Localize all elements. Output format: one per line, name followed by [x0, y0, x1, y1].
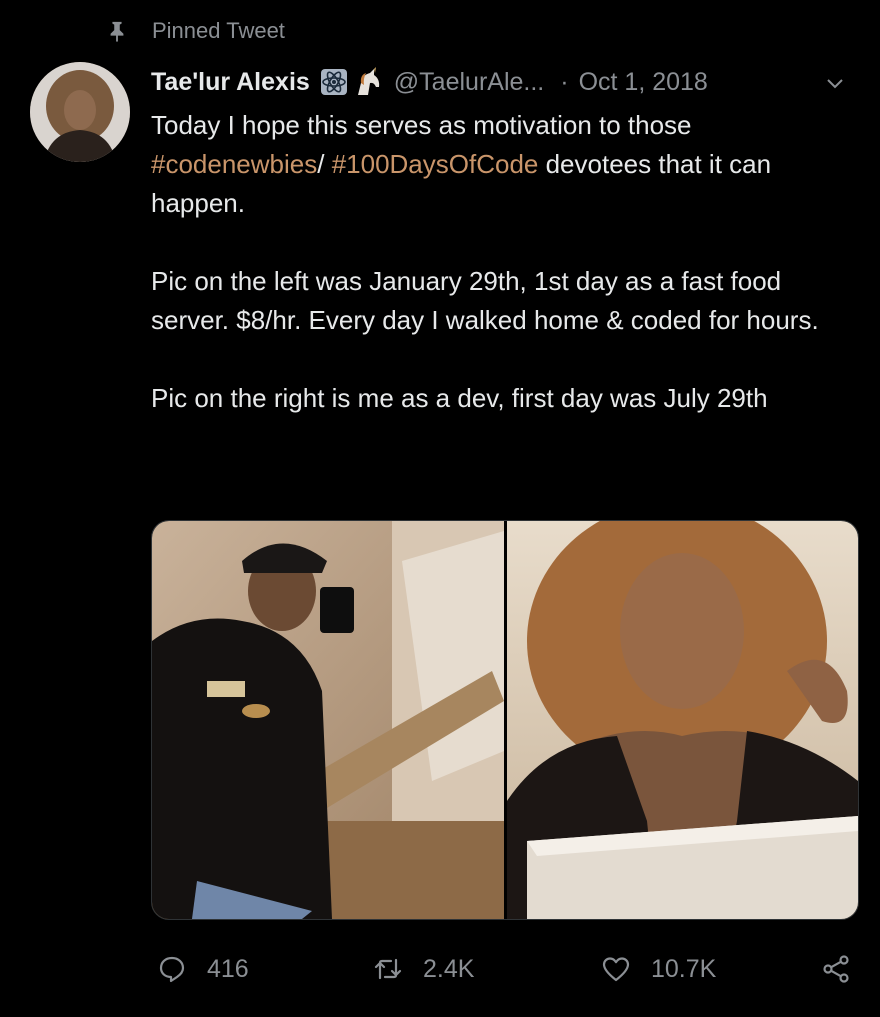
- photo-right[interactable]: [507, 521, 858, 919]
- chevron-down-icon[interactable]: [824, 72, 846, 94]
- pinned-indicator: Pinned Tweet: [106, 14, 285, 48]
- tweet-timestamp[interactable]: Oct 1, 2018: [579, 68, 708, 97]
- tweet-actions: 416 2.4K 10.7K: [151, 945, 861, 993]
- tweet-paragraph-1: Today I hope this serves as motivation t…: [151, 106, 861, 223]
- author-display-name[interactable]: Tae'lur Alexis: [151, 68, 310, 97]
- photo-left[interactable]: [152, 521, 504, 919]
- tweet-media: [151, 520, 859, 920]
- share-icon: [821, 954, 851, 984]
- tweet-paragraph-2: Pic on the left was January 29th, 1st da…: [151, 266, 819, 335]
- retweet-icon: [373, 954, 403, 984]
- unicorn-icon: [352, 67, 384, 97]
- hashtag-link[interactable]: #codenewbies: [151, 149, 317, 179]
- pin-icon: [106, 20, 128, 42]
- author-handle[interactable]: @TaelurAle...: [394, 68, 544, 97]
- heart-icon: [601, 954, 631, 984]
- tweet-text-segment: /: [317, 149, 332, 179]
- separator-dot: ·: [560, 67, 569, 96]
- pinned-label: Pinned Tweet: [152, 18, 285, 43]
- atom-icon: [320, 68, 348, 96]
- tweet-text-segment: Today I hope this serves as motivation t…: [151, 110, 692, 140]
- like-count: 10.7K: [651, 954, 717, 983]
- retweet-button[interactable]: 2.4K: [373, 954, 474, 984]
- tweet-header: Tae'lur Alexis @TaelurAle... · Oct 1, 20…: [151, 62, 860, 102]
- avatar[interactable]: [30, 62, 130, 162]
- retweet-count: 2.4K: [423, 954, 475, 983]
- tweet-body: Today I hope this serves as motivation t…: [151, 106, 861, 418]
- reply-count: 416: [207, 954, 249, 983]
- reply-button[interactable]: 416: [157, 954, 249, 984]
- share-button[interactable]: [821, 954, 851, 984]
- reply-icon: [157, 954, 187, 984]
- like-button[interactable]: 10.7K: [601, 954, 716, 984]
- hashtag-link[interactable]: #100DaysOfCode: [332, 149, 539, 179]
- tweet-paragraph-3: Pic on the right is me as a dev, first d…: [151, 383, 768, 413]
